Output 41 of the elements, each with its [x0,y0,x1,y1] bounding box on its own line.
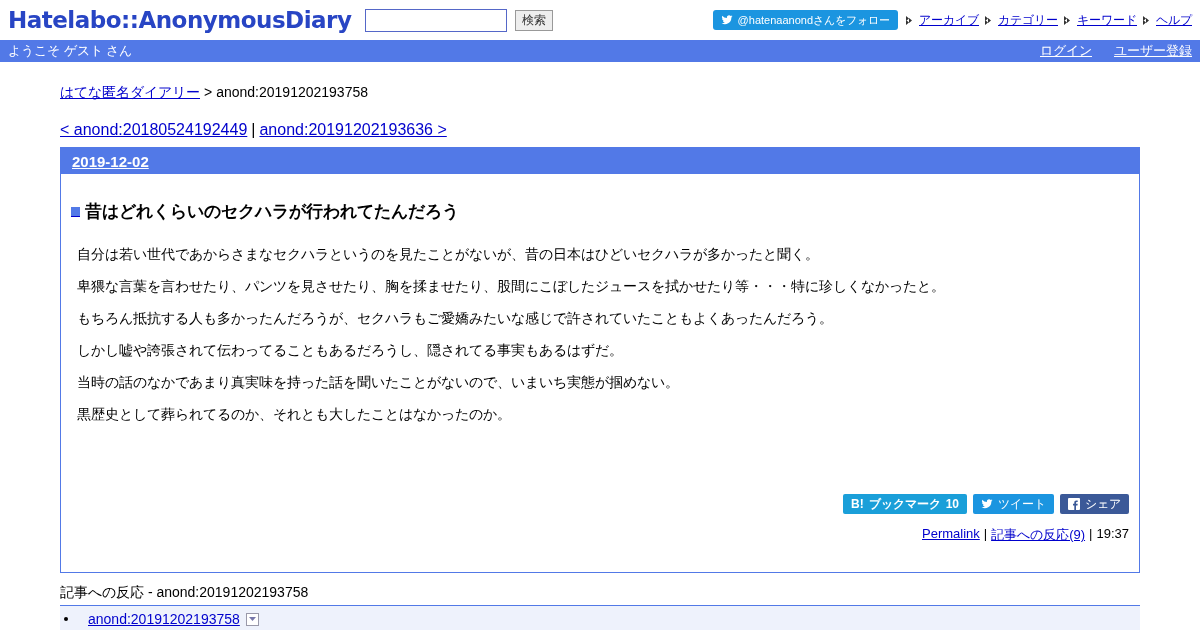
next-entry-link[interactable]: anond:20191202193636 > [259,121,447,139]
entry-paragraph: もちろん抵抗する人も多かったんだろうが、セクハラもご愛嬌みたいな感じで許されていたこともよくあったんだろう。 [77,309,834,327]
date-link[interactable]: 2019-12-02 [72,152,149,170]
share-button[interactable]: シェア [1060,494,1129,514]
caret-icon [248,617,256,621]
square-icon[interactable] [71,206,80,217]
breadcrumb-link[interactable]: はてな匿名ダイアリー [60,84,200,102]
chevron-icon [906,15,913,25]
site-logo[interactable]: Hatelabo::AnonymousDiary [8,7,352,33]
account-link[interactable]: ログイン [1040,42,1092,60]
previous-entry-link[interactable]: < anond:20180524192449 [60,121,248,139]
entry-paragraph: 当時の話のなかであまり真実味を持った話を聞いたことがないので、いまいち実態が掴めない。 [77,373,680,391]
dropdown-button[interactable] [245,612,259,626]
nav-link[interactable]: ヘルプ [1156,11,1192,29]
nav-link[interactable]: キーワード [1077,11,1137,29]
nav-link[interactable]: カテゴリー [998,11,1058,29]
nav-link[interactable]: アーカイブ [919,11,979,29]
reactions-link[interactable]: 記事への反応(9) [991,526,1086,544]
pager-separator: | [251,121,256,139]
search-field[interactable] [365,8,508,32]
search-button[interactable]: 検索 [515,9,554,31]
entry-title: 昔はどれくらいのセクハラが行われてたんだろう [85,201,459,223]
entry-paragraph: 自分は若い世代であからさまなセクハラというのを見たことがないが、昔の日本はひどいセクハラが多かったと聞く。 [77,245,820,263]
entry-paragraph: しかし嘘や誇張されて伝わってることもあるだろうし、隠されてる事実もあるはずだ。 [77,341,624,359]
breadcrumb-separator: > [204,84,213,102]
breadcrumb-current: anond:20191202193758 [216,84,368,102]
welcome-text: ようこそ ゲスト さん [8,42,133,60]
entry-paragraph: 卑猥な言葉を言わせたり、パンツを見させたり、胸を揉ませたり、股間にこぼしたジュースを拭かせたり等・・・特に珍しくなかったと。 [77,277,946,295]
post-time: 19:37 [1096,526,1129,543]
account-link[interactable]: ユーザー登録 [1114,42,1192,60]
chevron-icon [1143,15,1150,25]
chevron-icon [985,15,992,25]
footer-separator: | [983,526,988,543]
reaction-link[interactable]: anond:20191202193758 [88,611,240,627]
bird-icon [981,498,993,510]
bird-icon [720,14,733,26]
permalink[interactable]: Permalink [922,526,980,544]
f-logo-icon [1068,498,1080,510]
footer-separator: | [1089,526,1093,543]
chevron-icon [1064,15,1071,25]
entry-paragraph: 黒歴史として葬られてるのか、それとも大したことはなかったのか。 [77,405,512,423]
